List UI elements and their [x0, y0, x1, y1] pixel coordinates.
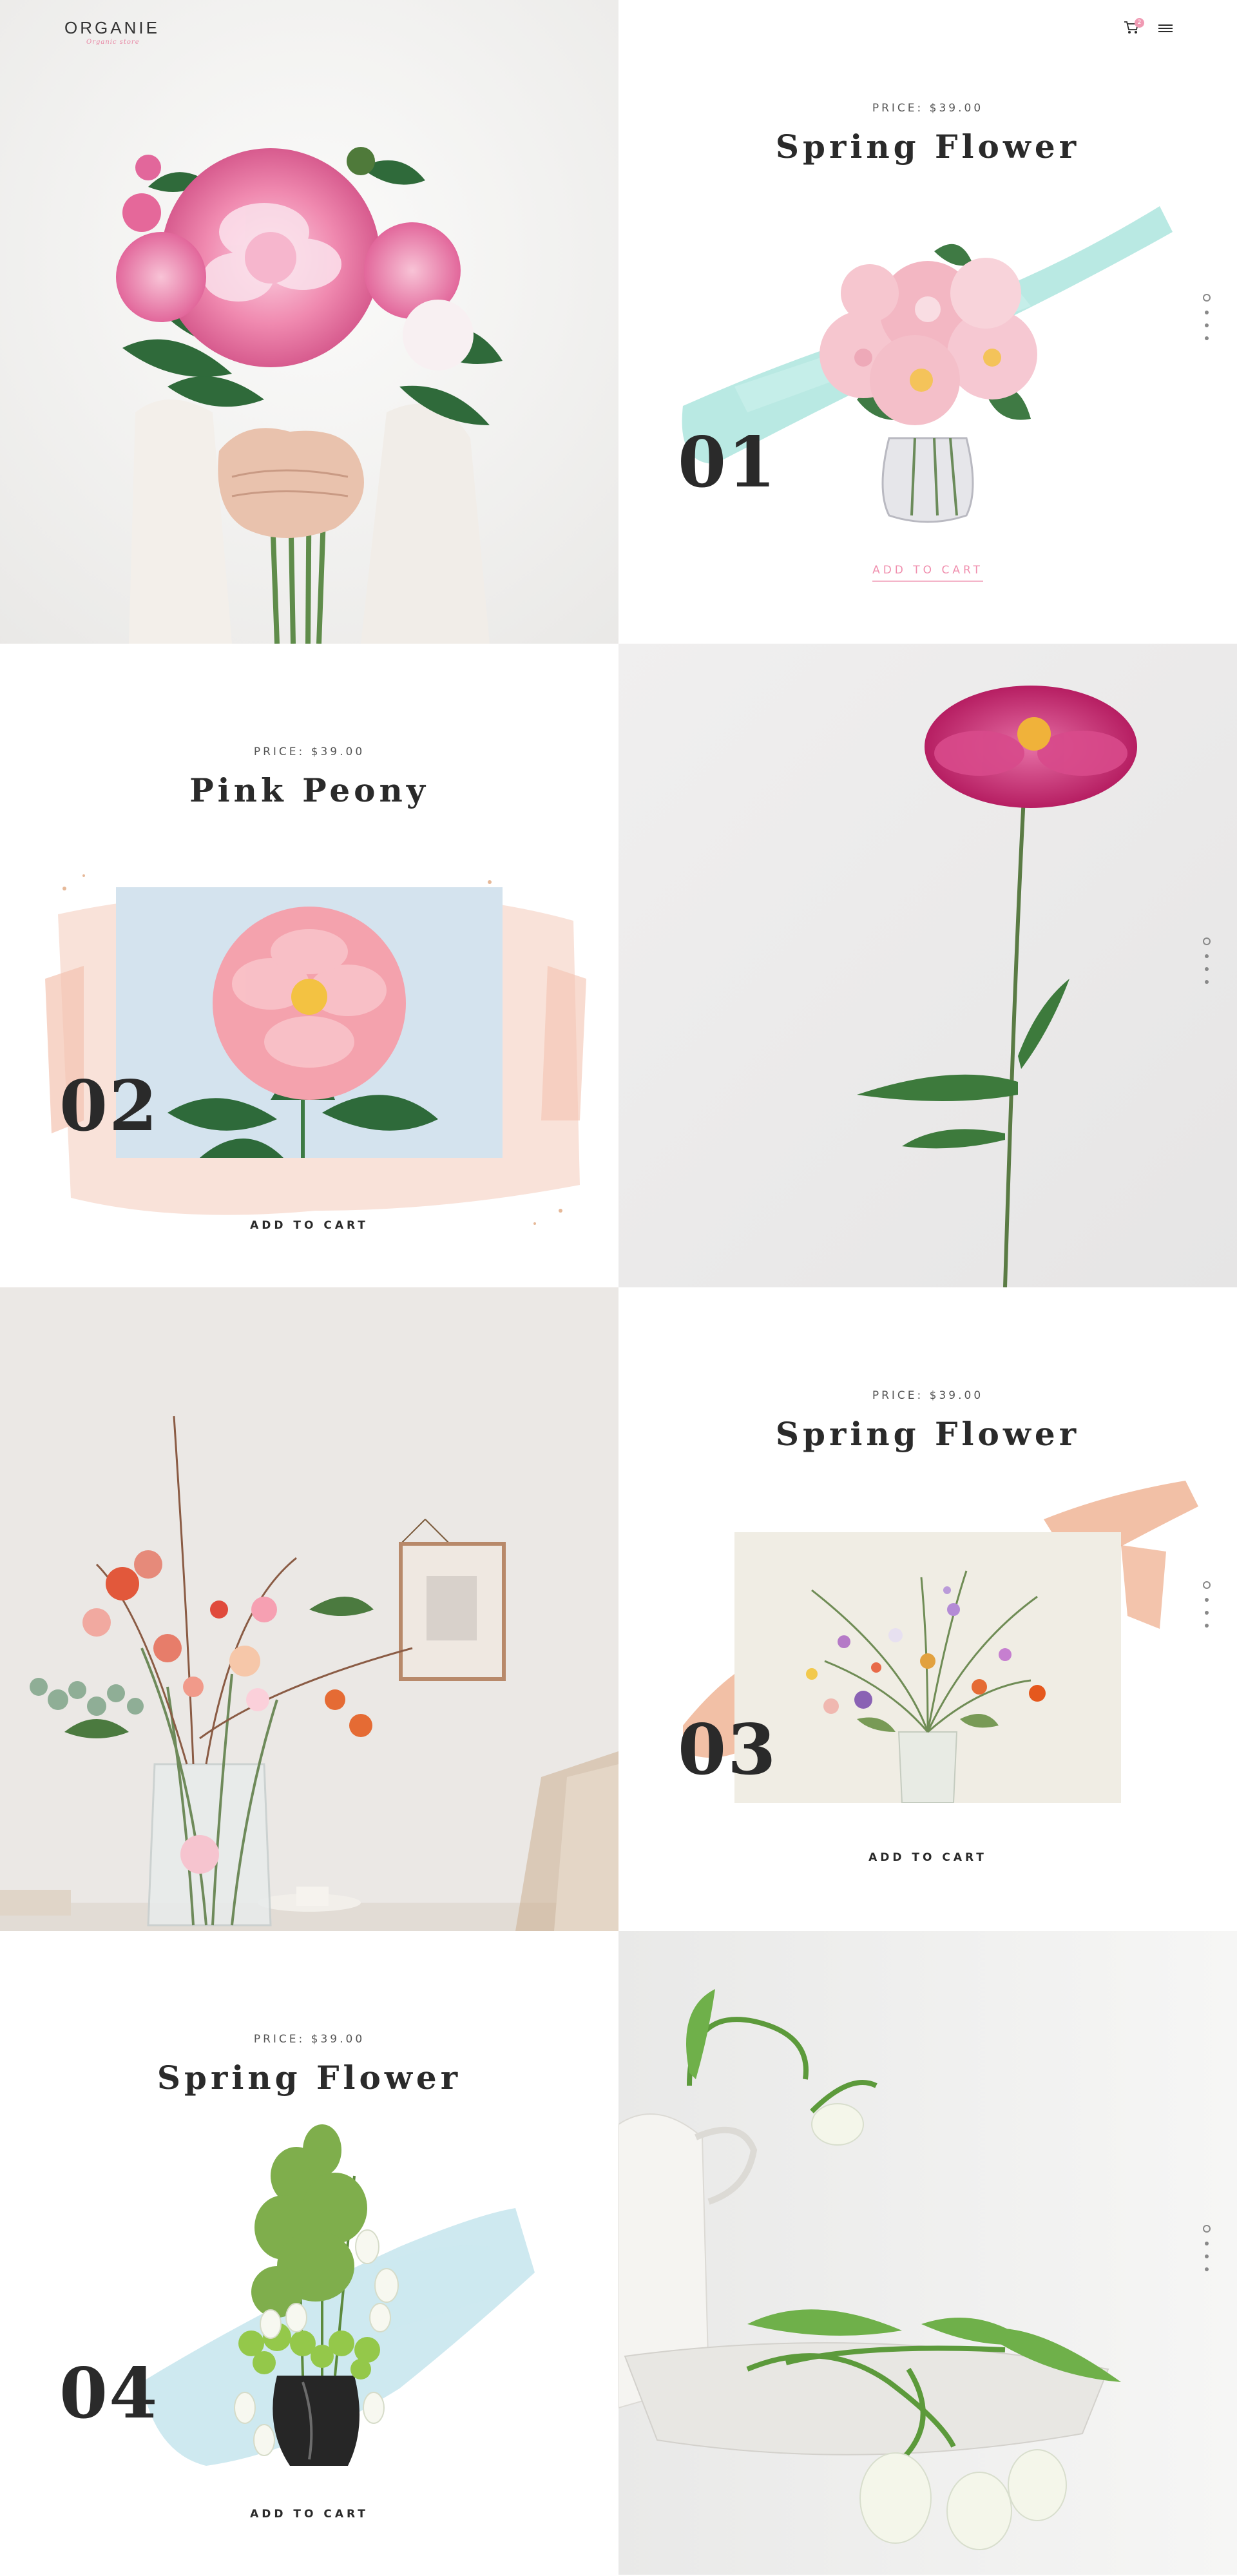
- pagination-dots: [1202, 937, 1211, 984]
- product-title: Spring Flower: [157, 2059, 462, 2097]
- pagination-dot-4[interactable]: [1205, 1624, 1209, 1628]
- add-to-cart-button[interactable]: ADD TO CART: [0, 2508, 618, 2524]
- pagination-dot-1[interactable]: [1203, 1581, 1211, 1589]
- add-to-cart-button[interactable]: ADD TO CART: [618, 1851, 1237, 1868]
- hamburger-icon[interactable]: [1158, 23, 1173, 34]
- product-title: Spring Flower: [775, 128, 1080, 166]
- product-number: 03: [678, 1709, 778, 1791]
- pagination-dots: [1202, 294, 1211, 340]
- pagination-dot-4[interactable]: [1205, 336, 1209, 340]
- bouquet-hands-photo: [0, 0, 618, 644]
- pagination-dot-2[interactable]: [1205, 311, 1209, 314]
- pagination-dots: [1202, 1581, 1211, 1628]
- product-price: PRICE: $39.00: [253, 2033, 365, 2046]
- single-peony-photo: [618, 644, 1237, 1287]
- pagination-dot-4[interactable]: [1205, 2267, 1209, 2271]
- pagination-dot-3[interactable]: [1205, 2254, 1209, 2258]
- vase-interior-photo: [0, 1287, 618, 1931]
- cart-count-badge: 2: [1135, 18, 1144, 28]
- white-tulips-pitcher-photo: [618, 1931, 1237, 2575]
- pagination-dots: [1202, 2225, 1211, 2271]
- wildflower-bouquet-product-image: [734, 1532, 1121, 1803]
- product-number: 04: [59, 2353, 159, 2434]
- pagination-dot-3[interactable]: [1205, 967, 1209, 971]
- add-to-cart-button[interactable]: ADD TO CART: [0, 1219, 618, 1236]
- brand-name: ORGANIE: [64, 18, 160, 37]
- product-title: Pink Peony: [189, 771, 429, 809]
- pagination-dot-3[interactable]: [1205, 1611, 1209, 1615]
- section-product-4: PRICE: $39.00 Spring Flower 04 ADD TO CA…: [0, 1931, 1237, 2575]
- product-card-2: PRICE: $39.00 Pink Peony 02 ADD TO CART: [0, 644, 618, 1287]
- pagination-dot-4[interactable]: [1205, 980, 1209, 984]
- header-actions: 2: [1124, 18, 1173, 36]
- section-product-2: PRICE: $39.00 Pink Peony 02 ADD TO CART: [0, 644, 1237, 1287]
- brand-logo[interactable]: ORGANIE Organic store: [64, 18, 174, 46]
- pagination-dot-1[interactable]: [1203, 294, 1211, 302]
- cart-button[interactable]: 2: [1124, 18, 1144, 36]
- pagination-dot-2[interactable]: [1205, 954, 1209, 958]
- product-card-1: PRICE: $39.00 Spring Flower 01 ADD TO CA…: [618, 0, 1237, 644]
- spring-flower-product-image: [820, 244, 1037, 523]
- product-number: 02: [59, 1066, 159, 1147]
- green-bells-tulips-product-image: [234, 2124, 399, 2466]
- pagination-dot-1[interactable]: [1203, 2225, 1211, 2233]
- section-product-3: PRICE: $39.00 Spring Flower 03 ADD TO CA…: [0, 1287, 1237, 1931]
- pagination-dot-1[interactable]: [1203, 937, 1211, 945]
- product-price: PRICE: $39.00: [872, 1389, 984, 1402]
- product-price: PRICE: $39.00: [253, 745, 365, 758]
- product-number: 01: [678, 422, 778, 503]
- add-to-cart-button[interactable]: ADD TO CART: [618, 564, 1237, 582]
- section-product-1: PRICE: $39.00 Spring Flower 01 ADD TO CA…: [0, 0, 1237, 644]
- product-card-3: PRICE: $39.00 Spring Flower 03 ADD TO CA…: [618, 1287, 1237, 1931]
- pagination-dot-2[interactable]: [1205, 1598, 1209, 1602]
- pagination-dot-3[interactable]: [1205, 323, 1209, 327]
- product-title: Spring Flower: [775, 1415, 1080, 1453]
- pagination-dot-2[interactable]: [1205, 2242, 1209, 2245]
- product-price: PRICE: $39.00: [872, 102, 984, 115]
- product-card-4: PRICE: $39.00 Spring Flower 04 ADD TO CA…: [0, 1931, 618, 2575]
- brand-tagline: Organic store: [86, 39, 140, 46]
- pink-peony-product-image: [116, 887, 503, 1158]
